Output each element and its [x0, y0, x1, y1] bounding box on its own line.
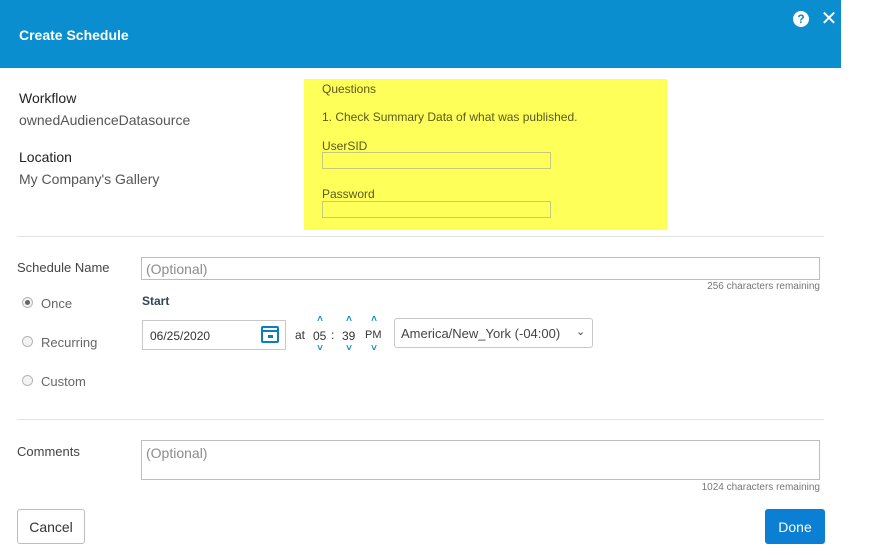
radio-custom[interactable] [22, 375, 33, 386]
divider-middle [17, 419, 824, 420]
password-label: Password [322, 187, 375, 201]
close-icon[interactable]: ✕ [820, 9, 838, 29]
chevron-down-icon: ⌄ [576, 326, 586, 338]
calendar-icon[interactable] [261, 326, 279, 343]
minute-value[interactable]: 39 [342, 329, 355, 343]
radio-once[interactable] [22, 297, 33, 308]
cancel-button[interactable]: Cancel [17, 509, 85, 544]
timezone-value: America/New_York (-04:00) [401, 326, 561, 341]
usersid-input[interactable] [322, 152, 551, 169]
radio-label-custom: Custom [41, 374, 86, 389]
hour-value[interactable]: 05 [313, 329, 326, 343]
minute-up-icon[interactable]: ˄ [343, 315, 355, 325]
dialog-title: Create Schedule [19, 27, 129, 43]
schedule-name-hint: 256 characters remaining [707, 281, 820, 292]
schedule-name-label: Schedule Name [17, 260, 110, 275]
radio-label-once: Once [41, 296, 73, 311]
comments-input[interactable] [141, 440, 820, 480]
timezone-select[interactable]: America/New_York (-04:00) ⌄ [394, 318, 593, 348]
radio-recurring[interactable] [22, 336, 33, 347]
divider-top [17, 236, 824, 237]
hour-down-icon[interactable]: ˅ [314, 344, 326, 354]
workflow-label: Workflow [19, 90, 77, 106]
meridiem-up-icon[interactable]: ˄ [368, 315, 380, 325]
workflow-value: ownedAudienceDatasource [19, 112, 191, 128]
password-input[interactable] [322, 201, 551, 218]
meridiem-down-icon[interactable]: ˅ [368, 344, 380, 354]
start-date-input[interactable]: 06/25/2020 [142, 320, 286, 350]
start-date-value: 06/25/2020 [150, 329, 211, 343]
questions-instruction: 1. Check Summary Data of what was publis… [322, 110, 578, 124]
hour-up-icon[interactable]: ˄ [314, 315, 326, 325]
help-icon[interactable]: ? [793, 11, 809, 27]
comments-label: Comments [17, 444, 80, 459]
minute-down-icon[interactable]: ˅ [343, 344, 355, 354]
done-button[interactable]: Done [765, 509, 825, 544]
start-label: Start [142, 294, 170, 308]
questions-panel: Questions 1. Check Summary Data of what … [304, 79, 667, 230]
page-background [841, 0, 883, 555]
usersid-label: UserSID [322, 139, 368, 153]
questions-title: Questions [322, 82, 377, 96]
schedule-name-input[interactable] [141, 257, 820, 280]
meridiem-value[interactable]: PM [365, 329, 382, 341]
time-separator: : [331, 328, 335, 342]
at-label: at [295, 328, 306, 342]
location-label: Location [19, 149, 72, 165]
comments-hint: 1024 characters remaining [701, 482, 820, 493]
create-schedule-dialog: Create Schedule ? ✕ Workflow ownedAudien… [0, 0, 841, 555]
dialog-header: Create Schedule ? ✕ [0, 0, 841, 68]
radio-label-recurring: Recurring [41, 335, 98, 350]
location-value: My Company's Gallery [19, 171, 160, 187]
